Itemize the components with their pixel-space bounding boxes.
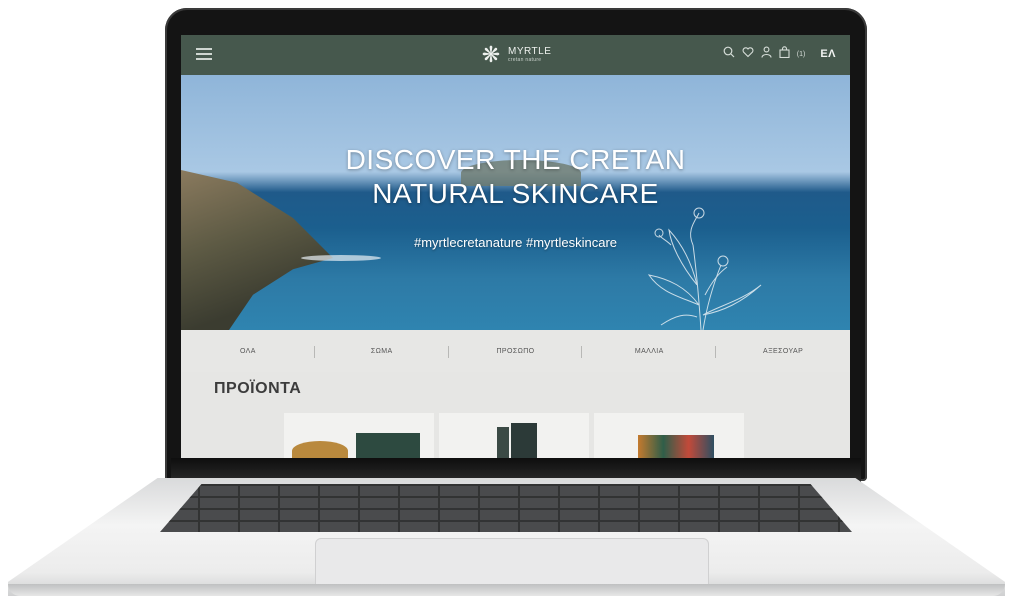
product-card[interactable]: [284, 413, 434, 458]
sea-foam: [301, 255, 381, 261]
laptop-mockup: ❋ MYRTLE cretan nature (1) ΕΛ DISCOVER T…: [0, 0, 1013, 603]
brand-name: MYRTLE: [508, 46, 552, 57]
category-tab-accessories[interactable]: ΑΞΕΣΟΥΑΡ: [716, 348, 850, 355]
product-bottle-image: [497, 427, 509, 458]
laptop-screen: ❋ MYRTLE cretan nature (1) ΕΛ DISCOVER T…: [181, 35, 850, 458]
product-giftbox-image: [638, 435, 714, 458]
product-box-image: [511, 423, 537, 458]
category-tab-all[interactable]: ΟΛΑ: [181, 345, 315, 358]
category-tab-face[interactable]: ΠΡΟΣΩΠΟ: [449, 345, 583, 358]
category-tabs: ΟΛΑ ΣΩΜΑ ΠΡΟΣΩΠΟ ΜΑΛΛΙΑ ΑΞΕΣΟΥΑΡ: [181, 330, 850, 372]
search-icon[interactable]: [723, 45, 735, 63]
category-tab-body[interactable]: ΣΩΜΑ: [315, 345, 449, 358]
hero-title: DISCOVER THE CRETAN NATURAL SKINCARE: [181, 143, 850, 211]
plant-illustration: [647, 207, 762, 330]
product-jar-image: [292, 441, 348, 458]
product-card[interactable]: [594, 413, 744, 458]
product-grid: [284, 413, 744, 458]
myrtle-branch-icon: ❋: [481, 42, 501, 67]
product-card[interactable]: [439, 413, 589, 458]
user-icon[interactable]: [761, 45, 772, 63]
laptop-base-edge: [8, 584, 1005, 596]
language-switcher[interactable]: ΕΛ: [820, 48, 836, 60]
top-navbar: ❋ MYRTLE cretan nature (1) ΕΛ: [181, 35, 850, 75]
hero-hashtags: #myrtlecretanature #myrtleskincare: [413, 235, 618, 250]
product-box-image: [356, 433, 420, 458]
category-tab-hair[interactable]: ΜΑΛΛΙΑ: [582, 345, 716, 358]
heart-icon[interactable]: [742, 45, 754, 63]
nav-actions: (1) ΕΛ: [723, 45, 836, 63]
brand-tagline: cretan nature: [508, 57, 542, 63]
hero-title-line1: DISCOVER THE CRETAN: [345, 144, 686, 175]
brand-logo[interactable]: ❋ MYRTLE cretan nature: [479, 41, 589, 69]
hero-banner: DISCOVER THE CRETAN NATURAL SKINCARE #my…: [181, 75, 850, 330]
hamburger-icon[interactable]: [196, 48, 212, 60]
cart-count[interactable]: (1): [797, 51, 806, 58]
hero-title-line2: NATURAL SKINCARE: [372, 178, 659, 209]
products-section-title: ΠΡΟΪΟΝΤΑ: [214, 380, 302, 397]
bag-icon[interactable]: [779, 45, 790, 63]
laptop-keyboard: [160, 484, 852, 532]
